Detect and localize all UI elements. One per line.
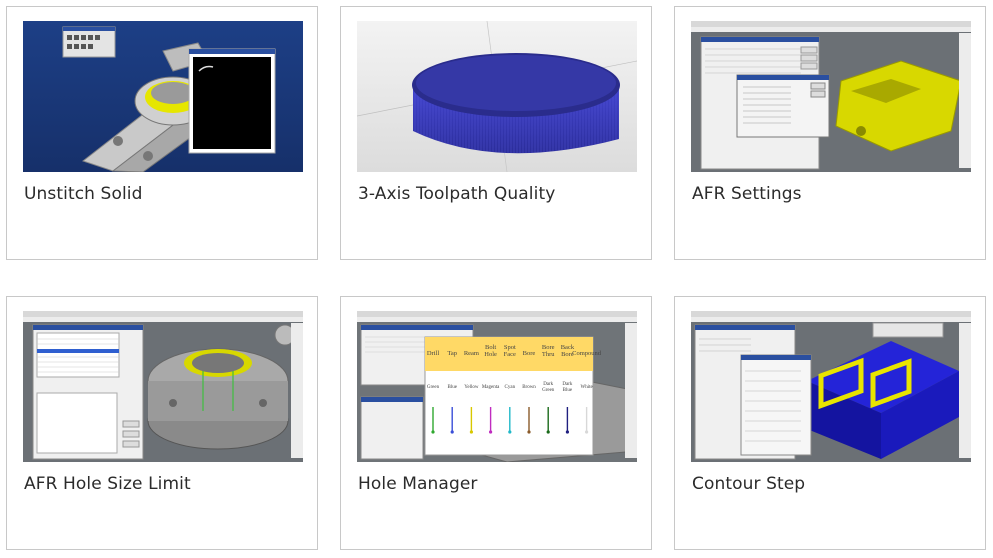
hole-color-pin-tip <box>527 430 531 434</box>
hole-manager-thumbnail: Drill Tap Ream Bolt Hole Spot Face Bore Bore Thru… <box>357 311 637 462</box>
hole-type-header: Ream <box>464 350 479 357</box>
hole-type-header: Bore <box>523 350 536 357</box>
hole-type-color-label: White <box>580 385 593 390</box>
contour-step-thumbnail <box>691 311 971 462</box>
hole-type-header: Drill <box>427 350 439 357</box>
card-contour-step[interactable]: Contour Step <box>674 296 986 550</box>
hole-type-header: Face <box>504 351 516 358</box>
toolpath-quality-thumbnail <box>357 21 637 172</box>
afr-hole-size-limit-thumbnail <box>23 311 303 462</box>
card-hole-manager[interactable]: Drill Tap Ream Bolt Hole Spot Face Bore Bore Thru… <box>340 296 652 550</box>
hole-color-pin-tip <box>508 430 512 434</box>
card-unstitch-solid[interactable]: Unstitch Solid <box>6 6 318 260</box>
hole-color-pin-tip <box>431 430 435 434</box>
card-afr-settings[interactable]: AFR Settings <box>674 6 986 260</box>
hole-type-header: Tap <box>447 350 457 357</box>
afr-settings-thumbnail <box>691 21 971 172</box>
card-title[interactable]: Hole Manager <box>358 474 478 494</box>
card-title[interactable]: AFR Hole Size Limit <box>24 474 191 494</box>
hole-type-color-label: Green <box>427 385 440 390</box>
card-afr-hole-size-limit[interactable]: AFR Hole Size Limit <box>6 296 318 550</box>
hole-type-color-label: Dark <box>562 382 572 387</box>
card-3-axis-toolpath-quality[interactable]: 3-Axis Toolpath Quality <box>340 6 652 260</box>
hole-type-header: Compound <box>572 350 602 357</box>
hole-type-color-label: Green <box>542 388 555 393</box>
hole-color-pin-tip <box>450 430 454 434</box>
hole-type-header: Bolt <box>485 344 496 351</box>
hole-type-color-label: Cyan <box>505 385 516 390</box>
hole-type-color-label: Blue <box>563 388 573 393</box>
card-title[interactable]: 3-Axis Toolpath Quality <box>358 184 555 204</box>
hole-type-header: Bore <box>542 344 555 351</box>
hole-color-pin-tip <box>546 430 550 434</box>
hole-type-header: Hole <box>484 351 497 358</box>
hole-color-pin-tip <box>489 430 493 434</box>
hole-color-pin-tip <box>565 430 569 434</box>
unstitch-solid-thumbnail <box>23 21 303 172</box>
hole-type-color-label: Blue <box>447 385 457 390</box>
hole-color-pin-tip <box>469 430 473 434</box>
hole-color-pin-tip <box>585 430 589 434</box>
hole-type-header: Thru <box>542 351 555 358</box>
hole-type-color-label: Dark <box>543 382 553 387</box>
hole-type-color-label: Magenta <box>482 385 500 390</box>
card-title[interactable]: Contour Step <box>692 474 805 494</box>
hole-type-color-label: Brown <box>522 385 536 390</box>
hole-type-header: Spot <box>504 344 516 351</box>
hole-type-color-label: Yellow <box>464 385 479 390</box>
card-title[interactable]: AFR Settings <box>692 184 802 204</box>
card-title[interactable]: Unstitch Solid <box>24 184 142 204</box>
